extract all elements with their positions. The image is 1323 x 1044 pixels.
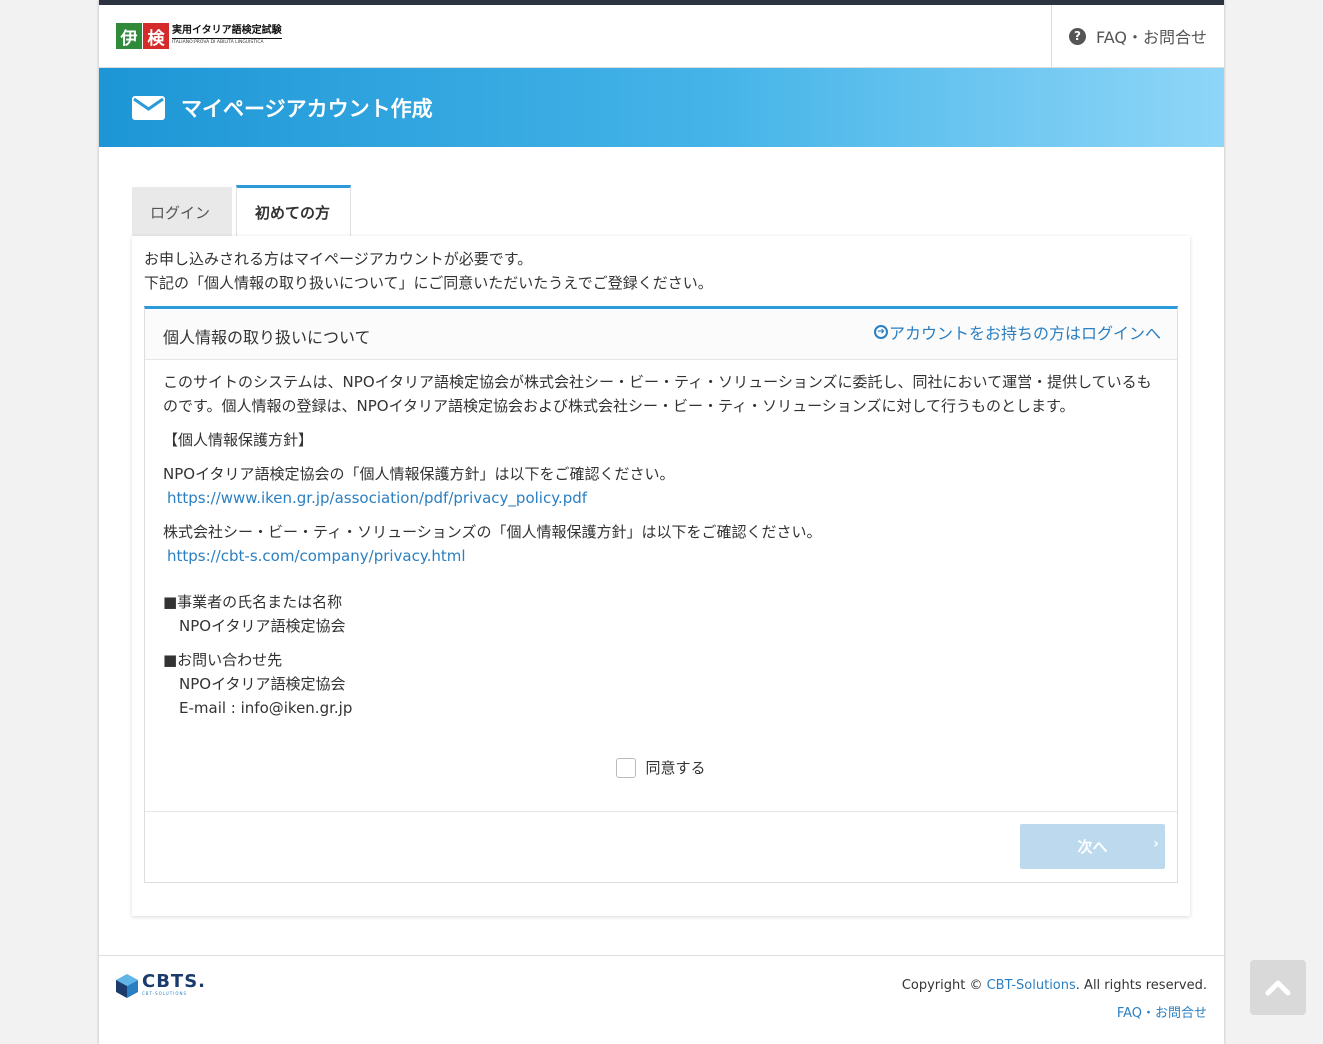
chevron-up-icon <box>1265 980 1291 996</box>
agree-checkbox[interactable] <box>616 757 637 778</box>
question-circle-icon: ? <box>1069 27 1086 45</box>
logo-jp: 実用イタリア語検定試験 <box>172 26 282 40</box>
policy-1-link[interactable]: https://www.iken.gr.jp/association/pdf/p… <box>163 486 1159 510</box>
logo-char-2: 検 <box>143 23 169 49</box>
header-faq-link[interactable]: ? FAQ・お問合せ <box>1051 4 1224 68</box>
tab-bar: ログイン 初めての方 <box>132 185 351 237</box>
privacy-panel-title: 個人情報の取り扱いについて <box>163 328 371 347</box>
privacy-panel-footer: 次へ › <box>145 811 1177 883</box>
footer-faq-link[interactable]: FAQ・お問合せ <box>1117 1002 1207 1021</box>
copyright: Copyright © CBT-Solutions. All rights re… <box>902 978 1207 993</box>
scroll-to-top-button[interactable] <box>1250 960 1306 1015</box>
cbts-logo[interactable]: CBTS. CBT-SOLUTIONS <box>115 973 206 999</box>
copyright-company-link[interactable]: CBT-Solutions <box>987 978 1076 993</box>
policy-2-link[interactable]: https://cbt-s.com/company/privacy.html <box>163 544 1159 568</box>
next-button-label: 次へ <box>1077 838 1108 856</box>
intro-line-2: 下記の「個人情報の取り扱いについて」にご同意いただいたうえでご登録ください。 <box>144 274 713 292</box>
chevron-right-icon: › <box>1153 836 1159 852</box>
iken-logo[interactable]: 伊 検 実用イタリア語検定試験 ITALIANO:PROVA DI ABILIT… <box>116 21 282 51</box>
envelope-icon <box>132 95 165 120</box>
agree-label[interactable]: 同意する <box>645 757 705 778</box>
system-description: このサイトのシステムは、NPOイタリア語検定協会が株式会社シー・ビー・ティ・ソリ… <box>163 373 1152 415</box>
privacy-panel: 個人情報の取り扱いについて ➜ アカウントをお持ちの方はログインへ このサイトの… <box>144 306 1178 883</box>
contact-heading: ■お問い合わせ先 <box>163 651 283 669</box>
policy-heading: 【個人情報保護方針】 <box>163 431 314 449</box>
cube-icon <box>115 973 139 999</box>
logo-it: ITALIANO:PROVA DI ABILITÀ LINGUISTICA <box>172 40 264 46</box>
page-banner: マイページアカウント作成 <box>99 68 1224 147</box>
contact-email: E-mail : info@iken.gr.jp <box>179 699 353 717</box>
agree-row: 同意する <box>145 757 1177 778</box>
login-link[interactable]: ➜ アカウントをお持ちの方はログインへ <box>873 320 1161 344</box>
arrow-circle-right-icon: ➜ <box>873 325 888 339</box>
operator-heading: ■事業者の氏名または名称 <box>163 593 343 611</box>
intro-text: お申し込みされる方はマイページアカウントが必要です。 下記の「個人情報の取り扱い… <box>132 236 1190 295</box>
privacy-panel-body: このサイトのシステムは、NPOイタリア語検定協会が株式会社シー・ビー・ティ・ソリ… <box>145 360 1177 720</box>
operator-name: NPOイタリア語検定協会 <box>179 617 346 635</box>
logo-text: 実用イタリア語検定試験 ITALIANO:PROVA DI ABILITÀ LI… <box>172 26 282 46</box>
next-button[interactable]: 次へ › <box>1020 824 1165 869</box>
contact-name: NPOイタリア語検定協会 <box>179 675 346 693</box>
login-link-label: アカウントをお持ちの方はログインへ <box>888 324 1161 343</box>
logo-char-1: 伊 <box>116 23 142 49</box>
copyright-suffix: . All rights reserved. <box>1075 978 1207 993</box>
cbts-logo-main: CBTS. <box>142 971 207 992</box>
tab-login[interactable]: ログイン <box>132 187 232 237</box>
page: 伊 検 実用イタリア語検定試験 ITALIANO:PROVA DI ABILIT… <box>99 0 1224 1044</box>
privacy-panel-header: 個人情報の取り扱いについて ➜ アカウントをお持ちの方はログインへ <box>145 309 1177 360</box>
site-footer: CBTS. CBT-SOLUTIONS Copyright © CBT-Solu… <box>99 955 1224 1044</box>
cbts-logo-sub: CBT-SOLUTIONS <box>142 991 188 996</box>
policy-1-text: NPOイタリア語検定協会の「個人情報保護方針」は以下をご確認ください。 <box>163 465 675 483</box>
tab-content-card: お申し込みされる方はマイページアカウントが必要です。 下記の「個人情報の取り扱い… <box>132 236 1190 916</box>
site-header: 伊 検 実用イタリア語検定試験 ITALIANO:PROVA DI ABILIT… <box>99 4 1224 68</box>
intro-line-1: お申し込みされる方はマイページアカウントが必要です。 <box>144 250 533 268</box>
copyright-prefix: Copyright © <box>901 978 987 993</box>
cbts-text: CBTS. CBT-SOLUTIONS <box>142 973 206 996</box>
tab-first-time[interactable]: 初めての方 <box>236 185 351 237</box>
policy-2-text: 株式会社シー・ビー・ティ・ソリューションズの「個人情報保護方針」は以下をご確認く… <box>163 523 822 541</box>
page-title: マイページアカウント作成 <box>181 96 433 121</box>
header-faq-label: FAQ・お問合せ <box>1096 28 1207 47</box>
